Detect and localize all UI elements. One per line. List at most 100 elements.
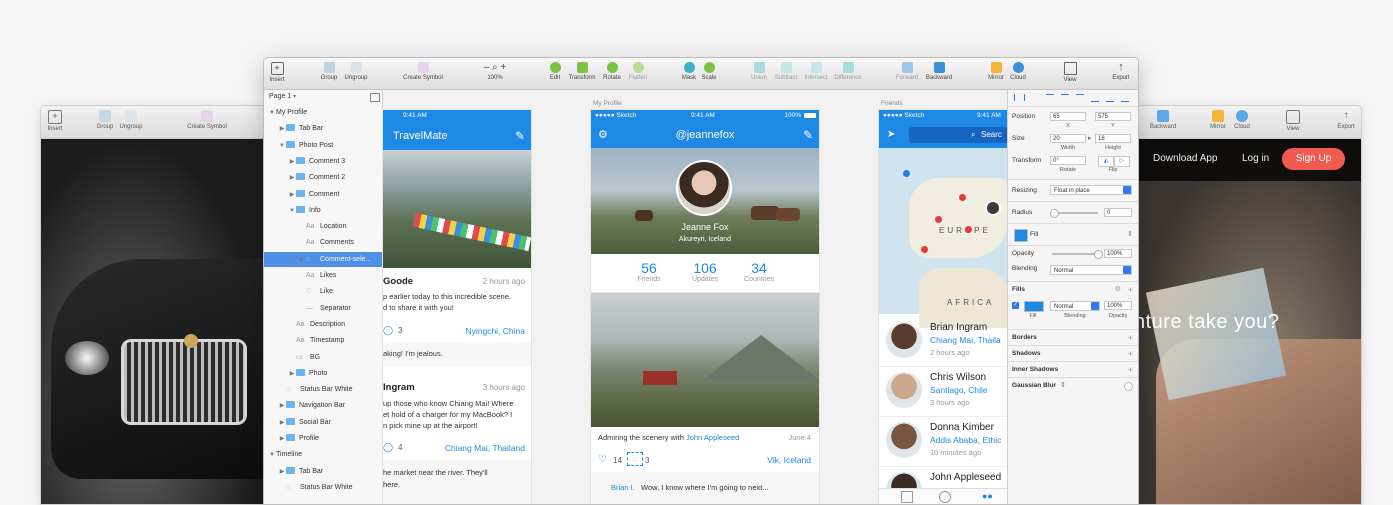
align-icon[interactable] xyxy=(1106,94,1114,102)
add-border-icon[interactable]: + xyxy=(1128,330,1133,346)
opacity-slider-knob[interactable] xyxy=(1094,250,1103,259)
subtract-button[interactable]: Subtract xyxy=(772,62,800,81)
login-link[interactable]: Log in xyxy=(1242,153,1269,164)
blur-toggle-checkbox[interactable] xyxy=(1124,382,1133,391)
map-pin-icon[interactable] xyxy=(903,170,910,177)
forward-button[interactable]: Forward xyxy=(894,62,920,81)
align-icon[interactable] xyxy=(1014,94,1021,101)
map-pin-icon[interactable] xyxy=(959,194,966,201)
edit-button[interactable]: Edit xyxy=(548,62,562,81)
insert-button[interactable]: + Insert xyxy=(41,110,77,132)
layer-row[interactable]: ◌ Status Bar White xyxy=(264,382,382,397)
zoom-control[interactable]: – ⌕ + 100% xyxy=(478,62,512,81)
radius-slider-knob[interactable] xyxy=(1050,209,1059,218)
layer-row[interactable]: ▶ Photo xyxy=(264,366,382,381)
fill-color-well[interactable] xyxy=(1024,301,1044,312)
align-icon[interactable] xyxy=(1091,94,1099,102)
difference-button[interactable]: Difference xyxy=(832,62,864,81)
post-author[interactable]: Goode xyxy=(383,276,413,287)
map-pin-icon[interactable] xyxy=(965,226,972,233)
width-input[interactable]: 20 xyxy=(1050,134,1086,143)
comment-author[interactable]: Brian I. xyxy=(611,483,635,492)
list-tab-icon[interactable] xyxy=(901,491,913,503)
toggle-pages-icon[interactable] xyxy=(370,93,380,102)
download-app-link[interactable]: Download App xyxy=(1153,153,1218,164)
create-symbol-button[interactable]: Create Symbol xyxy=(400,62,446,81)
layer-row[interactable]: ◌ Status Bar White xyxy=(264,480,382,495)
compose-icon[interactable]: ✎ xyxy=(515,122,525,150)
disclosure-closed-icon[interactable]: ▶ xyxy=(278,432,286,447)
layer-row[interactable]: ▶ Tab Bar xyxy=(264,464,382,479)
disclosure-closed-icon[interactable]: ▶ xyxy=(288,171,296,186)
friends-artboard[interactable]: ●●●●● Sketch 9:41 AM ➤ ⌕ Searc EUROPE AF… xyxy=(879,110,1007,504)
layer-row[interactable]: Aa Comments xyxy=(264,235,382,250)
flip-horizontal-button[interactable]: ◭ xyxy=(1098,156,1114,167)
inner-shadows-section[interactable]: Inner Shadows + xyxy=(1008,361,1138,378)
backward-button[interactable]: Backward xyxy=(1141,110,1185,130)
transform-button[interactable]: Transform xyxy=(566,62,598,81)
radius-input[interactable]: 0 xyxy=(1104,208,1132,217)
comment-icon[interactable]: ◯ xyxy=(383,442,393,453)
shadows-section[interactable]: Shadows + xyxy=(1008,345,1138,362)
layer-row[interactable]: ▼Timeline xyxy=(264,447,382,462)
view-button[interactable]: View xyxy=(1060,62,1080,83)
post-location[interactable]: Nyingchi, China xyxy=(465,326,525,336)
friends-tab-icon[interactable]: ●● xyxy=(982,491,996,501)
friend-location[interactable]: Addis Ababa, Ethic xyxy=(930,435,1001,445)
layer-row[interactable]: Aa Description xyxy=(264,317,382,332)
align-icon[interactable] xyxy=(1024,94,1031,101)
mirror-button[interactable]: Mirror xyxy=(986,62,1006,81)
avatar[interactable] xyxy=(886,322,922,358)
opacity-input[interactable]: 100% xyxy=(1104,249,1132,258)
stat-countries[interactable]: 34 Countries xyxy=(729,260,789,283)
rotate-input[interactable]: 0° xyxy=(1050,156,1086,165)
comment-icon-selected[interactable]: ◌ xyxy=(627,452,643,466)
page-selector[interactable]: Page 1 ▾ xyxy=(269,93,296,100)
union-button[interactable]: Union xyxy=(748,62,770,81)
flip-vertical-button[interactable]: ▷ xyxy=(1114,156,1130,167)
position-x-input[interactable]: 65 xyxy=(1050,112,1086,121)
avatar[interactable] xyxy=(676,160,732,216)
layer-row[interactable]: ▶ Tab Bar xyxy=(264,121,382,136)
chevron-updown-icon[interactable]: ⇕ xyxy=(1060,378,1066,394)
disclosure-closed-icon[interactable]: ▶ xyxy=(288,367,296,382)
avatar[interactable] xyxy=(886,422,922,458)
layer-row[interactable]: Aa Timestamp xyxy=(264,333,382,348)
post-author[interactable]: Ingram xyxy=(383,382,415,393)
like-icon[interactable]: ♡ xyxy=(598,454,607,465)
profile-artboard[interactable]: ●●●●● Sketch 9:41 AM 100% ⚙ @jeannefox ✎… xyxy=(591,110,819,504)
profile-tab-icon[interactable] xyxy=(939,491,951,503)
layer-row[interactable]: ▼ Info xyxy=(264,203,382,218)
disclosure-closed-icon[interactable]: ▶ xyxy=(278,416,286,431)
cloud-button[interactable]: Cloud xyxy=(1008,62,1028,81)
friend-list-item[interactable]: Donna Kimber Addis Ababa, Ethic 10 minutes… xyxy=(879,416,1007,467)
stat-updates[interactable]: 106 Updates xyxy=(675,260,735,283)
disclosure-closed-icon[interactable]: ▶ xyxy=(288,188,296,203)
align-icon[interactable] xyxy=(1061,94,1069,102)
fill-settings-icon[interactable]: ⚙ xyxy=(1115,282,1121,298)
disclosure-open-icon[interactable]: ▼ xyxy=(288,204,296,219)
layer-row[interactable]: ▶ Social Bar xyxy=(264,415,382,430)
height-input[interactable]: 18 xyxy=(1095,134,1131,143)
cloud-button[interactable]: Cloud xyxy=(1220,110,1264,130)
layer-row[interactable]: ▶ Comment xyxy=(264,187,382,202)
layer-row[interactable]: Aa Likes xyxy=(264,268,382,283)
opacity-slider[interactable] xyxy=(1052,253,1098,255)
layer-row[interactable]: ▶ ◌ Comment-sele... xyxy=(264,251,382,267)
friend-location[interactable]: Chiang Mai, Thaila xyxy=(930,335,1001,345)
artboard-label-friends[interactable]: Friends xyxy=(881,100,903,107)
layer-row[interactable]: ▶ Comment 2 xyxy=(264,170,382,185)
blending-select[interactable]: Normal xyxy=(1050,265,1132,275)
map-view[interactable]: EUROPE AFRICA xyxy=(879,148,1007,328)
post-location[interactable]: Vik, Iceland xyxy=(767,455,811,465)
signup-button[interactable]: Sign Up xyxy=(1282,148,1345,170)
backward-button[interactable]: Backward xyxy=(924,62,954,81)
disclosure-open-icon[interactable]: ▼ xyxy=(278,139,286,154)
chevron-updown-icon[interactable]: ⇕ xyxy=(1127,227,1133,243)
zoom-out-button[interactable]: – xyxy=(484,62,490,73)
travelmate-artboard[interactable]: 9:41 AM TravelMate ✎ Goode 2 hours ago p… xyxy=(383,110,531,504)
map-avatar[interactable] xyxy=(985,200,1001,216)
layer-row[interactable]: ▭ BG xyxy=(264,350,382,365)
layer-row[interactable]: ▶ Navigation Bar xyxy=(264,398,382,413)
disclosure-closed-icon[interactable]: ▶ xyxy=(278,465,286,480)
